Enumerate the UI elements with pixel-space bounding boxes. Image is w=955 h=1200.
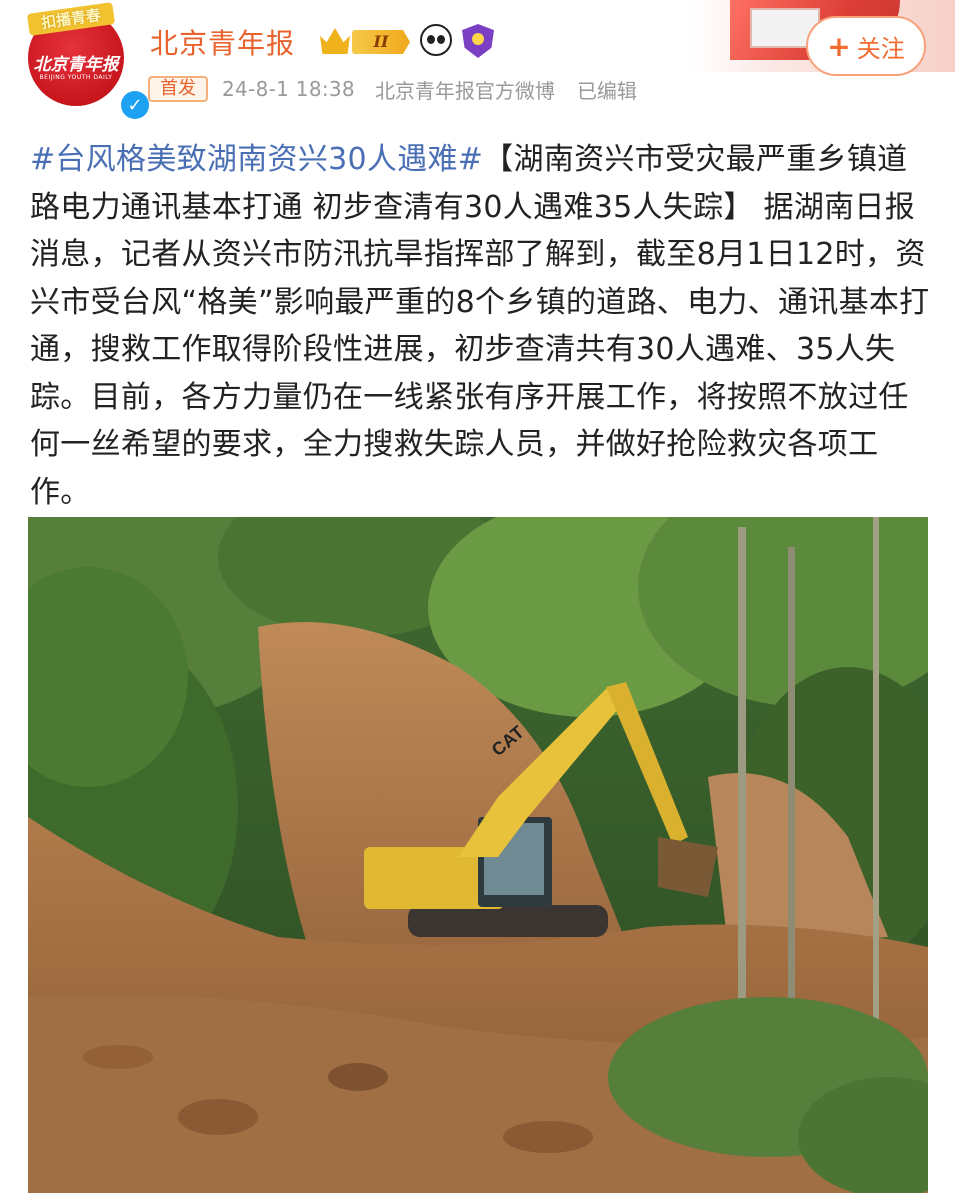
post-hashtag[interactable]: #台风格美致湖南资兴30人遇难# (30, 142, 483, 177)
edited-label[interactable]: 已编辑 (577, 75, 637, 104)
member-level-badge[interactable]: II (320, 26, 412, 56)
avatar-subtitle: BEIJING YOUTH DAILY (39, 74, 113, 81)
post-timestamp: 24-8-1 18:38 (222, 77, 355, 101)
plus-icon: + (827, 29, 851, 63)
post-meta: 首发 24-8-1 18:38 北京青年报官方微博 已编辑 (148, 74, 637, 104)
first-post-tag: 首发 (148, 76, 208, 102)
panda-icon[interactable] (420, 24, 452, 56)
crown-icon (320, 28, 350, 54)
post-content: 【湖南资兴市受灾最严重乡镇道路电力通讯基本打通 初步查清有30人遇难35人失踪】… (30, 142, 930, 510)
post-source[interactable]: 北京青年报官方微博 (375, 75, 555, 104)
follow-button[interactable]: + 关注 (806, 16, 926, 76)
account-avatar[interactable]: 扣播青春 北京青年报 BEIJING YOUTH DAILY ✓ (26, 2, 152, 122)
avatar-campaign-tag: 扣播青春 (26, 2, 116, 36)
account-name[interactable]: 北京青年报 (150, 22, 295, 62)
post-header: 扣播青春 北京青年报 BEIJING YOUTH DAILY ✓ 北京青年报 I… (0, 0, 955, 122)
landslide-excavator-image: CAT (28, 517, 928, 1193)
verified-icon: ✓ (118, 88, 152, 122)
avatar-logo-text: 北京青年报 (33, 55, 119, 75)
post-photo[interactable]: CAT (28, 517, 928, 1193)
post-body: #台风格美致湖南资兴30人遇难#【湖南资兴市受灾最严重乡镇道路电力通讯基本打通 … (30, 136, 930, 516)
shield-icon[interactable] (462, 24, 494, 58)
follow-label: 关注 (856, 34, 905, 63)
level-label: II (352, 30, 410, 54)
